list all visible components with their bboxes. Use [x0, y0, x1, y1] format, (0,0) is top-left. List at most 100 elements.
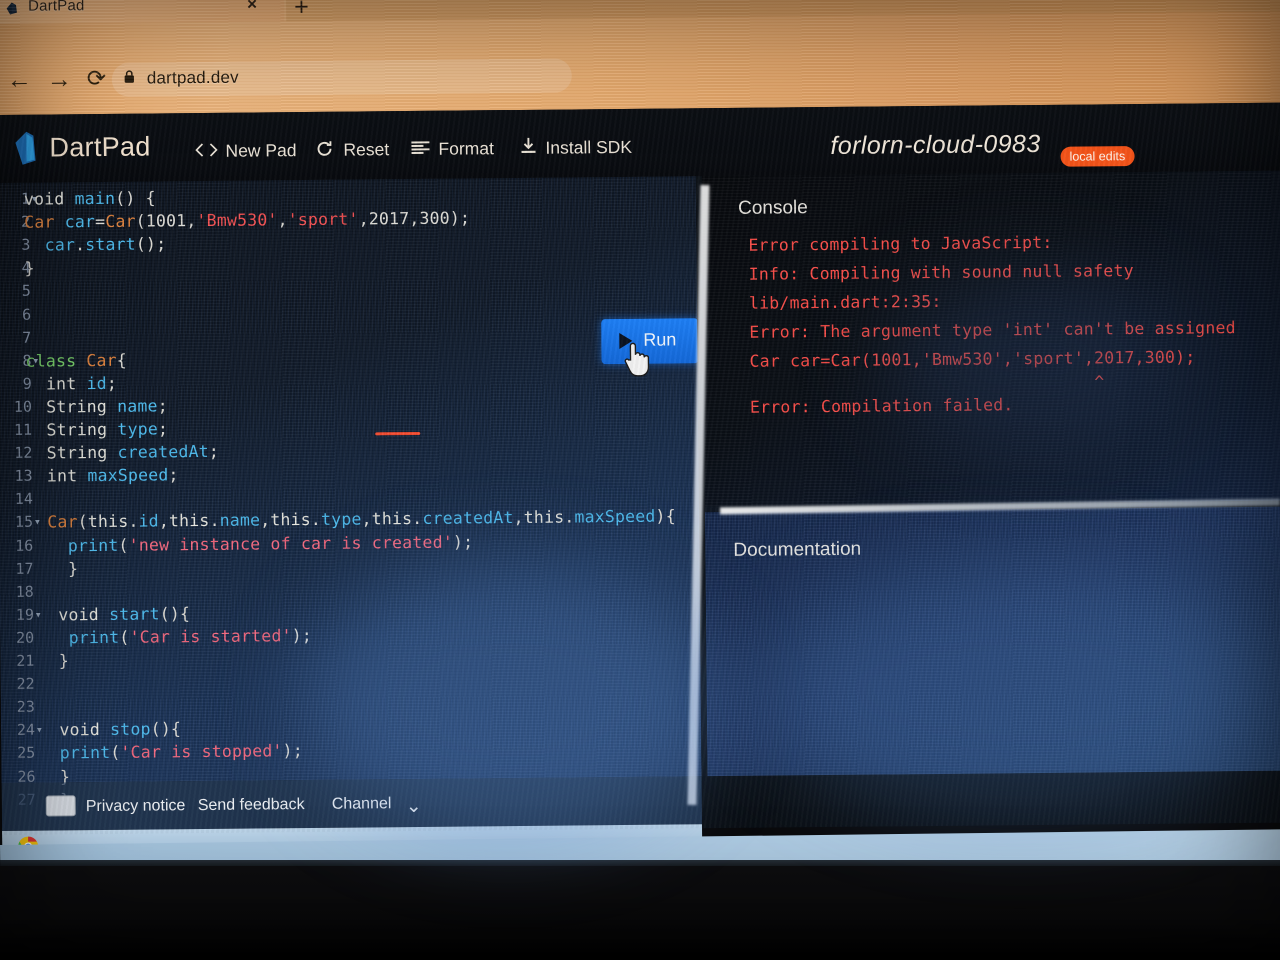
console-line: Error: The argument type 'int' can't be …	[749, 318, 1236, 342]
dartpad-footer: Privacy notice Send feedback Channel ⌄	[1, 776, 702, 831]
code-token: String	[26, 419, 118, 440]
code-token: (	[119, 627, 130, 647]
code-token: ,	[186, 211, 197, 231]
console-line: Info: Compiling with sound null safety	[748, 261, 1134, 284]
line-number: 6	[21, 305, 32, 324]
reload-icon[interactable]: ⟳	[87, 65, 107, 92]
monitor-screen: DartPad × + ← → ⟳ dartpad.dev DartPad Ne…	[0, 0, 1280, 901]
dartpad-header: DartPad New Pad Reset Format Install SDK…	[0, 102, 1280, 183]
code-token: car	[24, 235, 76, 255]
code-token: ;	[157, 396, 168, 416]
code-token: .	[412, 509, 423, 529]
code-token: Car	[26, 512, 78, 533]
format-button[interactable]: Format	[438, 138, 494, 160]
code-token: }	[28, 651, 70, 671]
console-line: Error compiling to JavaScript:	[748, 232, 1053, 255]
code-token: start	[108, 604, 160, 624]
code-token: this	[371, 509, 413, 529]
keyboard-icon[interactable]	[45, 795, 76, 817]
code-line[interactable]: print('new instance of car is created');	[27, 532, 474, 556]
dartpad-application: DartPad New Pad Reset Format Install SDK…	[0, 102, 1280, 901]
line-number: 14	[14, 489, 33, 509]
code-line[interactable]: class Car{	[25, 350, 127, 370]
code-token: }	[27, 558, 79, 579]
code-token: ;	[168, 465, 179, 485]
code-line[interactable]: }	[28, 651, 69, 670]
line-number: 7	[22, 328, 32, 347]
code-token: Car	[24, 212, 65, 232]
code-token: =	[95, 212, 106, 232]
tab-strip: DartPad × +	[0, 0, 1280, 24]
url-text: dartpad.dev	[146, 67, 239, 88]
error-squiggle	[375, 431, 421, 436]
code-token: 2017	[368, 209, 410, 229]
code-token: (){	[150, 719, 182, 739]
documentation-panel: Documentation error line 2 · The argumen…	[704, 506, 1280, 901]
new-tab-button[interactable]: +	[294, 0, 309, 22]
code-token: 'new instance of car is created'	[128, 532, 454, 555]
code-token: void	[28, 720, 111, 740]
code-token: );	[282, 741, 304, 761]
code-line[interactable]: void main() {	[24, 188, 156, 208]
code-line[interactable]: car.start();	[24, 235, 167, 255]
code-line[interactable]: String type;	[26, 419, 168, 439]
code-token: (	[135, 211, 146, 231]
code-line[interactable]: void start(){	[28, 604, 190, 625]
code-token: print	[29, 743, 111, 764]
code-token: 'Bmw530'	[196, 210, 278, 231]
code-token: type	[320, 509, 362, 530]
code-token: ,	[513, 508, 524, 528]
back-icon[interactable]: ←	[7, 66, 32, 95]
privacy-notice-link[interactable]: Privacy notice	[86, 797, 186, 816]
code-line[interactable]: print('Car is started');	[28, 626, 312, 648]
line-number: 23	[16, 697, 35, 717]
format-lines-icon	[411, 141, 430, 154]
channel-selector[interactable]: Channel	[332, 795, 392, 814]
download-icon	[521, 137, 536, 154]
code-line[interactable]: void stop(){	[29, 720, 181, 740]
install-sdk-button[interactable]: Install SDK	[545, 137, 632, 159]
code-token: .	[209, 511, 220, 531]
code-token: ,	[409, 209, 420, 229]
photograph-of-monitor: DartPad × + ← → ⟳ dartpad.dev DartPad Ne…	[0, 0, 1280, 960]
chevron-down-icon[interactable]: ⌄	[406, 795, 422, 818]
address-bar[interactable]	[111, 58, 572, 97]
code-line[interactable]: }	[27, 559, 78, 578]
code-line[interactable]: String createdAt;	[26, 442, 219, 463]
code-token: ,	[361, 509, 372, 529]
reset-button[interactable]: Reset	[343, 139, 389, 160]
code-token: class	[25, 350, 87, 371]
code-token: id	[86, 373, 107, 393]
code-line[interactable]: Car car=Car(1001,'Bmw530','sport',2017,3…	[24, 209, 470, 232]
code-token: void	[27, 604, 110, 625]
browser-tab-dartpad[interactable]: DartPad	[0, 0, 285, 24]
dartpad-brand: DartPad	[49, 131, 151, 163]
code-line[interactable]: int maxSpeed;	[27, 465, 179, 485]
code-token: print	[28, 627, 120, 648]
forward-icon[interactable]: →	[47, 65, 72, 94]
code-editor[interactable]: 1 ▾ void main() {2 Car car=Car(1001,'Bmw530…	[0, 176, 702, 809]
code-token: 'sport'	[287, 209, 359, 230]
close-tab-button[interactable]: ×	[247, 0, 257, 15]
code-line[interactable]: String name;	[26, 396, 168, 416]
code-line[interactable]: }	[25, 259, 35, 278]
browser-chrome: DartPad × + ← → ⟳ dartpad.dev	[0, 0, 1280, 184]
code-line[interactable]: Car(this.id,this.name,this.type,this.cre…	[27, 507, 676, 532]
line-number: 5	[21, 282, 31, 301]
code-line[interactable]: print('Car is stopped');	[29, 741, 303, 763]
send-feedback-link[interactable]: Send feedback	[198, 796, 305, 815]
code-token: int	[26, 466, 88, 486]
code-token: );	[291, 625, 313, 646]
new-pad-button[interactable]: New Pad	[225, 140, 296, 162]
code-line[interactable]: int id;	[26, 374, 117, 394]
code-token: }	[24, 258, 35, 279]
code-token: Car	[105, 211, 136, 232]
mouse-pointer-hand-icon	[624, 342, 650, 377]
code-token: type	[117, 419, 159, 439]
navigation-bar: ← → ⟳ dartpad.dev	[0, 14, 1280, 97]
code-token: print	[27, 535, 119, 556]
code-token: (	[118, 535, 129, 555]
code-token: ,	[277, 210, 288, 230]
code-brackets-icon	[195, 143, 218, 157]
code-token: this	[87, 512, 129, 532]
